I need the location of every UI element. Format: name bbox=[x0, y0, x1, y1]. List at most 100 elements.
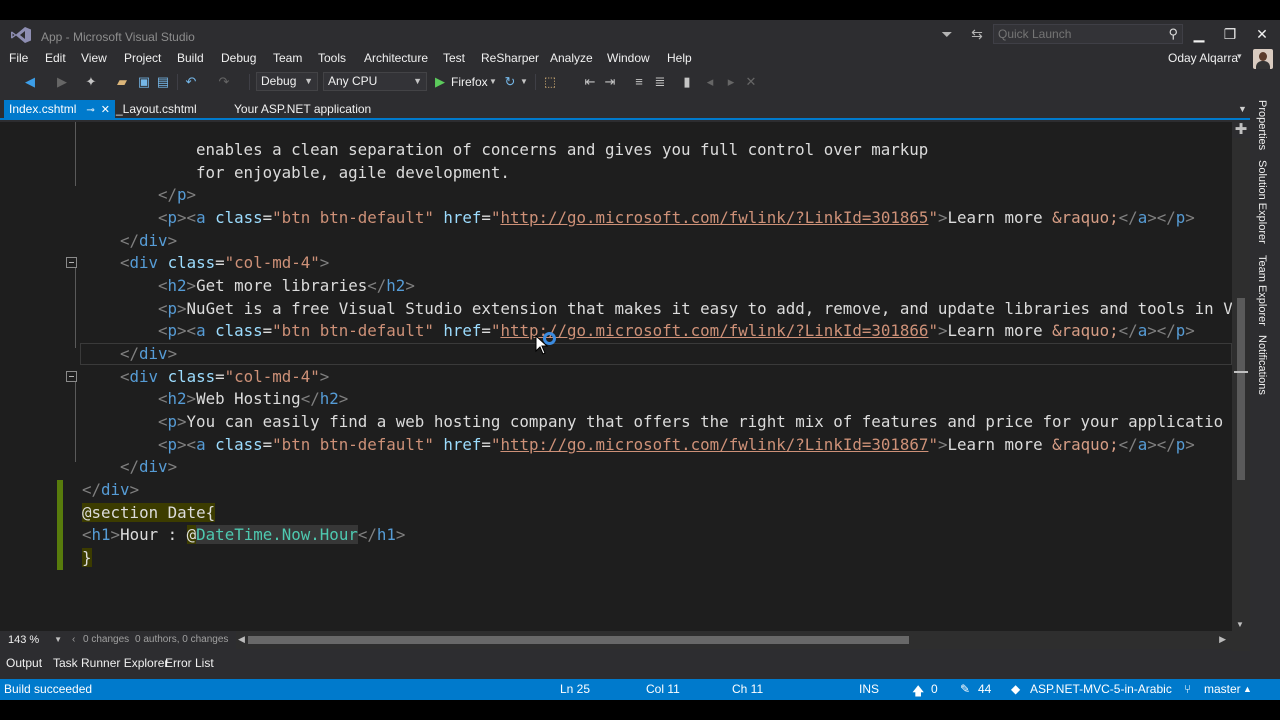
restore-button[interactable]: ❐ bbox=[1215, 23, 1245, 45]
code-line: for enjoyable, agile development. bbox=[196, 163, 510, 182]
changes-indicator[interactable]: 0 changes bbox=[83, 634, 129, 645]
scroll-thumb[interactable] bbox=[1237, 298, 1245, 480]
menu-project[interactable]: Project bbox=[124, 51, 161, 65]
code-link[interactable]: http://go.microsoft.com/fwlink/?LinkId=3… bbox=[500, 321, 928, 340]
scroll-left-icon[interactable]: ◀ bbox=[238, 634, 245, 645]
menu-help[interactable]: Help bbox=[667, 51, 692, 65]
side-tab-solution-explorer[interactable]: Solution Explorer bbox=[1256, 160, 1268, 244]
standard-toolbar: ◀ ▶ ✦ ▰ ▣ ▤ ↶ ↷ Debug ▼ Any CPU ▼ ▶ Fire… bbox=[0, 70, 1280, 94]
platform-dropdown[interactable]: Any CPU ▼ bbox=[323, 72, 427, 91]
chevron-up-icon[interactable]: ▲ bbox=[1243, 684, 1252, 694]
branch-icon[interactable]: ⑂ bbox=[1184, 682, 1191, 696]
menu-analyze[interactable]: Analyze bbox=[550, 51, 593, 65]
avatar[interactable] bbox=[1253, 49, 1273, 69]
uncomment-icon[interactable]: ≣ bbox=[652, 73, 668, 91]
code-link[interactable]: http://go.microsoft.com/fwlink/?LinkId=3… bbox=[500, 435, 928, 454]
menu-view[interactable]: View bbox=[81, 51, 107, 65]
tab-overflow-icon[interactable]: ▼ bbox=[1238, 104, 1247, 114]
visual-studio-logo-icon bbox=[11, 27, 31, 43]
menu-architecture[interactable]: Architecture bbox=[364, 51, 428, 65]
pending-changes-count[interactable]: 44 bbox=[978, 682, 991, 696]
indent-icon[interactable]: ⇥ bbox=[602, 73, 618, 91]
zoom-dropdown[interactable]: 143 % ▼ bbox=[4, 631, 64, 649]
save-icon[interactable]: ▣ bbox=[136, 73, 152, 91]
next-bookmark-icon[interactable]: ▸ bbox=[724, 73, 738, 91]
authors-indicator[interactable]: 0 authors, 0 changes bbox=[135, 634, 228, 645]
start-debugging-icon[interactable]: ▶ bbox=[433, 73, 447, 91]
configuration-dropdown[interactable]: Debug ▼ bbox=[256, 72, 318, 91]
current-line-highlight bbox=[80, 343, 1232, 365]
menu-team[interactable]: Team bbox=[273, 51, 302, 65]
close-icon[interactable]: ✕ bbox=[101, 104, 110, 116]
menu-debug[interactable]: Debug bbox=[221, 51, 256, 65]
insert-mode[interactable]: INS bbox=[859, 682, 879, 696]
refresh-icon[interactable]: ↻ bbox=[502, 73, 518, 91]
tab-layout-cshtml[interactable]: _Layout.cshtml bbox=[111, 100, 202, 120]
menu-edit[interactable]: Edit bbox=[45, 51, 66, 65]
outdent-icon[interactable]: ⇤ bbox=[582, 73, 598, 91]
new-project-icon[interactable]: ✦ bbox=[82, 73, 100, 91]
tab-label: _Layout.cshtml bbox=[116, 102, 197, 116]
tab-task-runner-explorer[interactable]: Task Runner Explorer bbox=[53, 656, 168, 670]
document-tab-bar: Index.cshtml ⊸ ✕ _Layout.cshtml Your ASP.N… bbox=[0, 100, 1250, 120]
split-window-icon[interactable]: ✚ bbox=[1233, 122, 1249, 138]
save-all-icon[interactable]: ▤ bbox=[155, 73, 171, 91]
signed-in-user[interactable]: Oday Alqarra bbox=[1168, 51, 1238, 65]
redo-icon[interactable]: ↷ bbox=[216, 73, 232, 91]
repository-name[interactable]: ASP.NET-MVC-5-in-Arabic bbox=[1030, 682, 1172, 696]
menu-test[interactable]: Test bbox=[443, 51, 465, 65]
tab-error-list[interactable]: Error List bbox=[165, 656, 214, 670]
branch-name[interactable]: master bbox=[1204, 682, 1241, 696]
search-icon[interactable]: ⚲ bbox=[1168, 26, 1178, 42]
chevron-left-icon[interactable]: ‹ bbox=[72, 634, 75, 645]
tab-your-aspnet-application[interactable]: Your ASP.NET application bbox=[229, 100, 376, 120]
menu-file[interactable]: File bbox=[9, 51, 28, 65]
line-number: Ln 25 bbox=[560, 682, 591, 696]
menu-build[interactable]: Build bbox=[177, 51, 204, 65]
code-line: <p>NuGet is a free Visual Studio extensi… bbox=[158, 299, 1232, 318]
open-file-icon[interactable]: ▰ bbox=[113, 73, 131, 91]
side-tab-team-explorer[interactable]: Team Explorer bbox=[1256, 255, 1268, 326]
side-tab-properties[interactable]: Properties bbox=[1256, 100, 1268, 150]
forward-icon[interactable]: ▶ bbox=[54, 73, 70, 91]
arrow-up-icon[interactable]: 🡅 bbox=[912, 682, 924, 700]
scroll-right-icon[interactable]: ▶ bbox=[1219, 634, 1226, 645]
prev-bookmark-icon[interactable]: ◂ bbox=[703, 73, 717, 91]
horizontal-scrollbar[interactable]: ◀ ▶ bbox=[236, 631, 1232, 649]
scroll-thumb[interactable] bbox=[248, 636, 909, 644]
comment-icon[interactable]: ≡ bbox=[631, 73, 647, 91]
repository-icon[interactable]: ◆ bbox=[1011, 682, 1020, 696]
menu-window[interactable]: Window bbox=[607, 51, 650, 65]
menu-resharper[interactable]: ReSharper bbox=[481, 51, 539, 65]
bookmark-icon[interactable]: ▮ bbox=[680, 73, 694, 91]
tab-index-cshtml[interactable]: Index.cshtml ⊸ ✕ bbox=[4, 100, 115, 120]
minimize-button[interactable]: ▁ bbox=[1184, 23, 1214, 45]
side-tab-notifications[interactable]: Notifications bbox=[1256, 335, 1268, 395]
code-editor[interactable]: enables a clean separation of concerns a… bbox=[0, 122, 1232, 633]
code-link[interactable]: http://go.microsoft.com/fwlink/?LinkId=3… bbox=[500, 208, 928, 227]
clear-bookmarks-icon[interactable]: ✕ bbox=[744, 73, 758, 91]
unpublished-commits-count[interactable]: 0 bbox=[931, 682, 938, 696]
quick-launch-box[interactable]: ⚲ bbox=[993, 24, 1183, 44]
menu-tools[interactable]: Tools bbox=[318, 51, 346, 65]
feedback-filter-icon[interactable]: ⏷ bbox=[938, 25, 956, 43]
code-line: <p><a class="btn btn-default" href="http… bbox=[158, 321, 1195, 340]
tab-output[interactable]: Output bbox=[6, 656, 42, 670]
chevron-down-icon[interactable]: ▼ bbox=[519, 73, 529, 91]
pencil-icon[interactable]: ✎ bbox=[960, 682, 970, 696]
collapse-region-icon[interactable] bbox=[66, 257, 77, 268]
quick-launch-input[interactable] bbox=[994, 25, 1154, 43]
undo-icon[interactable]: ↶ bbox=[183, 73, 199, 91]
window-title: App - Microsoft Visual Studio bbox=[41, 30, 195, 44]
collapse-region-icon[interactable] bbox=[66, 371, 77, 382]
vertical-scrollbar[interactable] bbox=[1232, 138, 1250, 651]
live-share-icon[interactable]: ⇆ bbox=[968, 25, 986, 43]
chevron-down-icon[interactable]: ▼ bbox=[488, 73, 498, 91]
back-icon[interactable]: ◀ bbox=[22, 73, 38, 91]
user-dropdown-icon[interactable]: ▾ bbox=[1237, 51, 1242, 62]
browser-link-icon[interactable]: ⬚ bbox=[541, 73, 559, 91]
pin-icon[interactable]: ⊸ bbox=[86, 105, 94, 116]
code-line: <div class="col-md-4"> bbox=[120, 253, 330, 272]
scroll-down-icon[interactable]: ▼ bbox=[1236, 620, 1244, 629]
close-window-button[interactable]: ✕ bbox=[1247, 23, 1277, 45]
